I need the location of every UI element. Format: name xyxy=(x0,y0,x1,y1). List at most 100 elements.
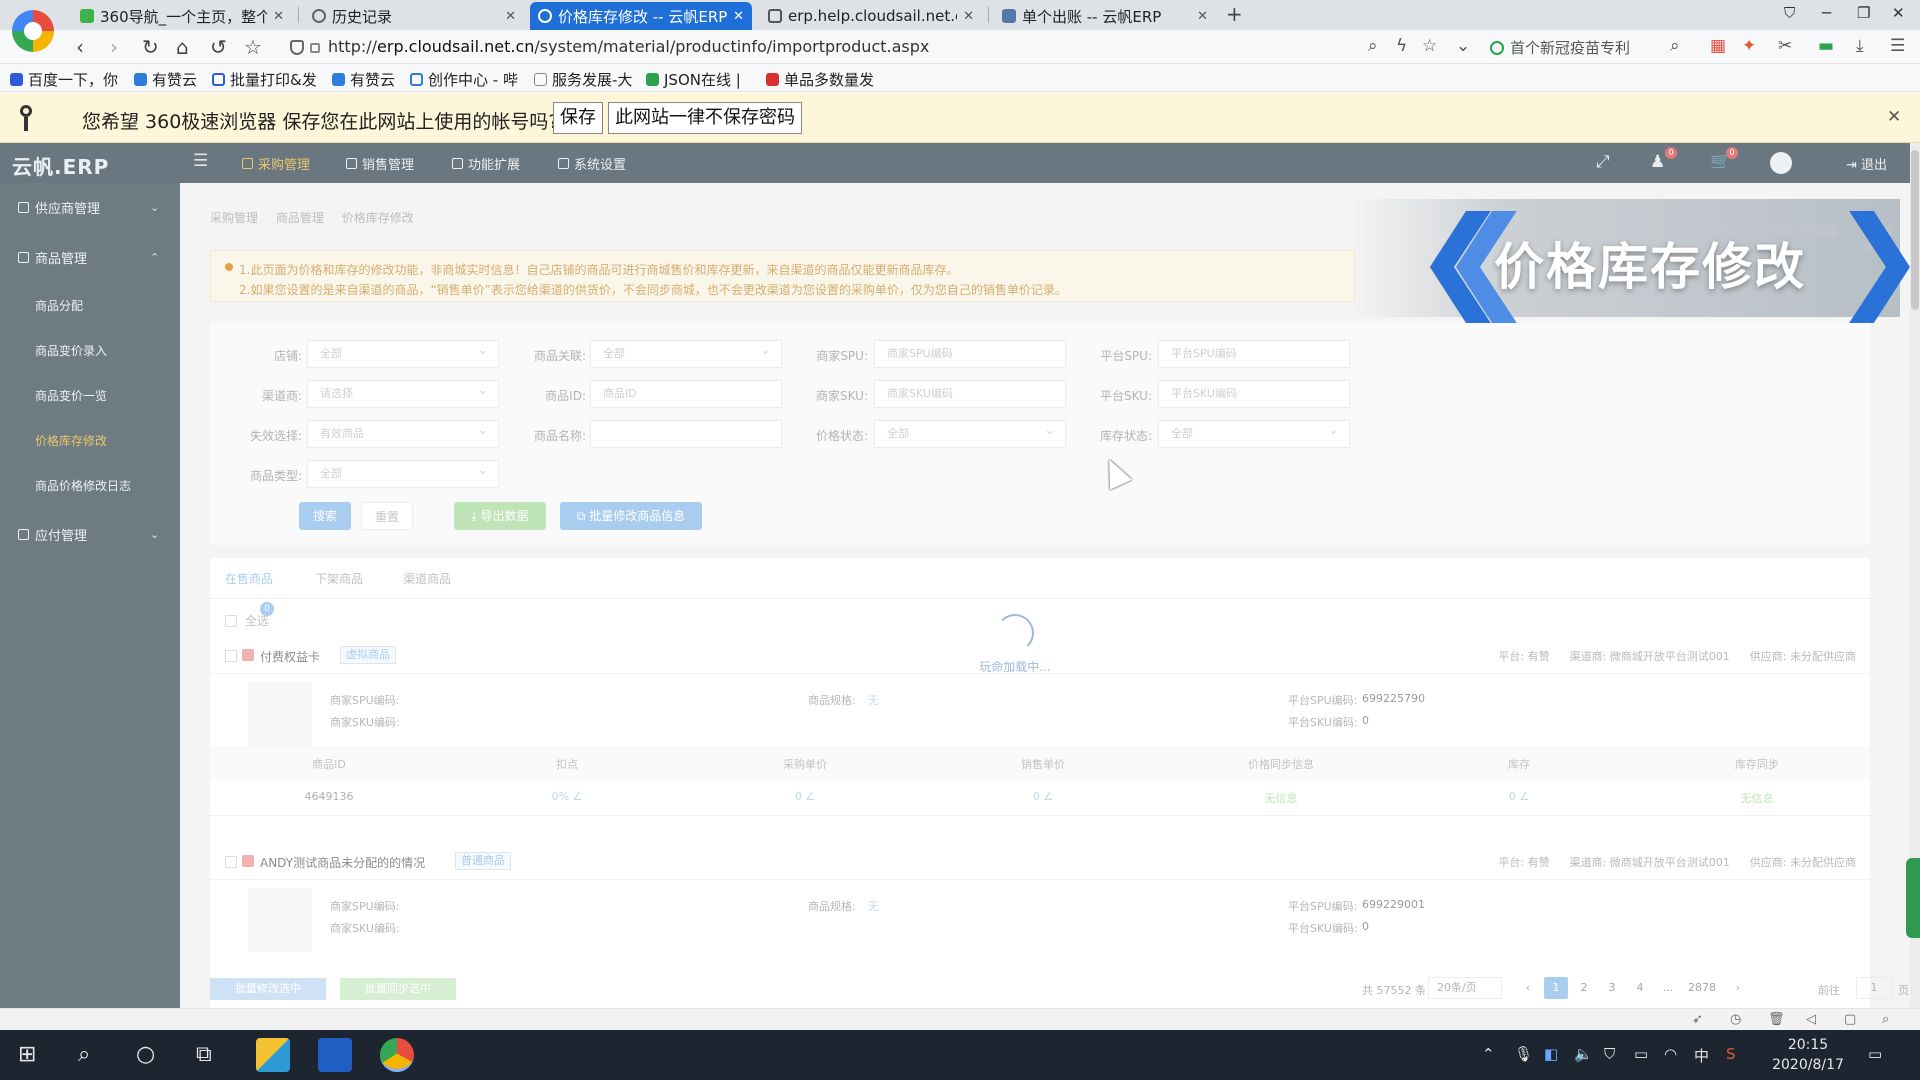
tab-close-icon[interactable]: ✕ xyxy=(505,9,516,24)
notification-icon[interactable]: ▭ xyxy=(1868,1045,1882,1063)
avatar[interactable] xyxy=(1770,152,1792,174)
close-window-icon[interactable]: ✕ xyxy=(1892,4,1905,22)
nav-purchase[interactable]: 采购管理 xyxy=(242,154,310,173)
game-icon[interactable]: ✦ xyxy=(1742,36,1756,56)
zoom-icon[interactable]: ⌕ xyxy=(1882,1012,1889,1027)
download-icon[interactable]: ⤓ xyxy=(1856,36,1864,56)
home-icon[interactable]: ⌂ xyxy=(176,35,189,59)
reload-icon[interactable]: ↻ xyxy=(142,35,159,59)
price-status-select[interactable]: 全部 xyxy=(874,418,1066,448)
volume-icon[interactable]: 🔈 xyxy=(1574,1045,1593,1063)
save-password-button[interactable]: 保存 xyxy=(553,102,603,134)
nav-sales[interactable]: 销售管理 xyxy=(346,154,414,173)
menu-icon[interactable]: ☰ xyxy=(1890,36,1905,56)
sidebar-item-price-stock[interactable]: 价格库存修改 xyxy=(35,432,107,449)
bookmark-item[interactable]: 单品多数量发 xyxy=(766,69,874,90)
browser-logo-icon[interactable] xyxy=(12,10,54,52)
sidebar-group-payables[interactable]: 应付管理 ⌄ xyxy=(0,510,180,558)
app-logo[interactable]: 云帆.ERP xyxy=(12,151,109,180)
channel-select[interactable]: 请选择 xyxy=(307,378,499,408)
stock-status-select[interactable]: 全部 xyxy=(1158,418,1350,448)
menu-toggle-icon[interactable]: ☰ xyxy=(193,151,208,171)
search-icon[interactable]: ⌕ xyxy=(1670,36,1680,56)
shield-icon[interactable] xyxy=(290,40,304,55)
tab-help[interactable]: erp.help.cloudsail.net.cn ✕ xyxy=(760,2,982,30)
cell-stock[interactable]: 0 ∠ xyxy=(1400,790,1638,803)
tab-single-payout[interactable]: 单个出账 -- 云帆ERP ✕ xyxy=(994,2,1216,30)
batch-edit-button[interactable]: ⧉ 批量修改商品信息 xyxy=(560,502,702,530)
cell-commission[interactable]: 0% ∠ xyxy=(448,790,686,803)
tab-history[interactable]: 历史记录 ✕ xyxy=(304,2,524,30)
tray-chevron-up-icon[interactable]: ⌃ xyxy=(1482,1045,1495,1063)
rocket-icon[interactable]: ➶ xyxy=(1692,1012,1703,1027)
tab-price-stock[interactable]: 价格库存修改 -- 云帆ERP ✕ xyxy=(530,2,752,30)
platform-spu-input[interactable]: 平台SPU编码 xyxy=(1158,340,1350,368)
store-select[interactable]: 全部 xyxy=(307,338,499,368)
window-icon[interactable]: ▢ xyxy=(1844,1012,1856,1027)
tab-360-nav[interactable]: 360导航_一个主页，整个世界 ✕ xyxy=(72,2,292,30)
windows-start-icon[interactable]: ⊞ xyxy=(18,1042,36,1068)
tray-app-icon[interactable]: ◧ xyxy=(1544,1045,1558,1063)
product-checkbox[interactable] xyxy=(225,856,237,868)
sidebar-group-suppliers[interactable]: 供应商管理 ⌄ xyxy=(0,183,180,231)
minimize-icon[interactable]: ─ xyxy=(1822,4,1831,22)
batch-sync-selected-button[interactable]: 批量同步选中 xyxy=(340,978,456,1000)
breadcrumb-item[interactable]: 商品管理 xyxy=(276,211,324,225)
bell-icon[interactable]: ♟ xyxy=(1650,152,1665,172)
task-view-icon[interactable]: ⧉ xyxy=(196,1042,212,1068)
extension-search[interactable]: 首个新冠疫苗专利 xyxy=(1490,37,1630,58)
checkbox[interactable] xyxy=(225,614,237,627)
app-icon[interactable] xyxy=(256,1038,290,1072)
chevron-down-icon[interactable]: ⌄ xyxy=(1456,36,1470,56)
lightning-icon[interactable]: ϟ xyxy=(1396,36,1407,56)
battery-icon[interactable]: ▭ xyxy=(1634,1045,1648,1063)
page-2[interactable]: 2 xyxy=(1572,977,1596,999)
fullscreen-icon[interactable]: ⤢ xyxy=(1596,152,1610,172)
nav-settings[interactable]: 系统设置 xyxy=(558,154,626,173)
microphone-icon[interactable]: 🎙 xyxy=(1514,1045,1533,1063)
page-ellipsis[interactable]: ... xyxy=(1656,977,1680,999)
export-button[interactable]: ⤓ 导出数据 xyxy=(454,502,546,530)
sidebar-item-allocation[interactable]: 商品分配 xyxy=(35,297,83,314)
sidebar-item-price-overview[interactable]: 商品变价一览 xyxy=(35,387,107,404)
ime-indicator[interactable]: 中 xyxy=(1694,1045,1709,1066)
breadcrumb-item[interactable]: 采购管理 xyxy=(210,211,258,225)
tab-channel-products[interactable]: 渠道商品 xyxy=(403,570,451,587)
next-page-icon[interactable]: › xyxy=(1726,977,1750,999)
search-button[interactable]: 搜索 xyxy=(299,502,351,530)
tab-close-icon[interactable]: ✕ xyxy=(963,9,974,24)
product-type-select[interactable]: 全部 xyxy=(307,458,499,488)
cortana-icon[interactable]: ○ xyxy=(136,1042,155,1068)
reset-button[interactable]: 重置 xyxy=(361,502,413,530)
logout-button[interactable]: ⇥ 退出 xyxy=(1846,154,1887,173)
never-save-button[interactable]: 此网站一律不保存密码 xyxy=(608,102,802,134)
tab-on-sale[interactable]: 在售商品 xyxy=(225,570,273,587)
merchant-spu-input[interactable]: 商家SPU编码 xyxy=(874,340,1066,368)
bookmark-item[interactable]: 有赞云 xyxy=(134,69,197,90)
cell-purchase-price[interactable]: 0 ∠ xyxy=(686,790,924,803)
merchant-sku-input[interactable]: 商家SKU编码 xyxy=(874,380,1066,408)
address-bar[interactable]: http://erp.cloudsail.net.cn/system/mater… xyxy=(328,37,929,56)
sogou-icon[interactable]: S xyxy=(1726,1045,1736,1063)
clock[interactable]: 20:15 2020/8/17 xyxy=(1768,1035,1848,1075)
apps-grid-icon[interactable]: ▦ xyxy=(1710,36,1726,56)
zoom-icon[interactable]: ⌕ xyxy=(1368,36,1378,56)
product-name-input[interactable] xyxy=(590,420,782,448)
bookmark-item[interactable]: 批量打印&发 xyxy=(212,69,317,90)
undo-close-icon[interactable]: ↺ xyxy=(210,35,227,59)
tab-close-icon[interactable]: ✕ xyxy=(273,9,284,24)
tab-close-icon[interactable]: ✕ xyxy=(1197,9,1208,24)
volume-icon[interactable]: ◁ xyxy=(1806,1012,1816,1027)
tab-off-shelf[interactable]: 下架商品 xyxy=(315,570,363,587)
video-app-icon[interactable] xyxy=(318,1038,352,1072)
wifi-icon[interactable]: ◠ xyxy=(1664,1045,1677,1063)
battery-icon[interactable]: ▬ xyxy=(1818,36,1834,56)
bookmark-item[interactable]: 有赞云 xyxy=(332,69,395,90)
product-checkbox[interactable] xyxy=(225,650,237,662)
trash-icon[interactable]: 🗑 xyxy=(1768,1012,1785,1027)
expiry-select[interactable]: 有效商品 xyxy=(307,418,499,448)
back-icon[interactable]: ‹ xyxy=(76,35,84,59)
page-3[interactable]: 3 xyxy=(1600,977,1624,999)
new-tab-icon[interactable]: + xyxy=(1226,2,1243,26)
batch-modify-selected-button[interactable]: 批量修改选中 xyxy=(210,978,326,1000)
